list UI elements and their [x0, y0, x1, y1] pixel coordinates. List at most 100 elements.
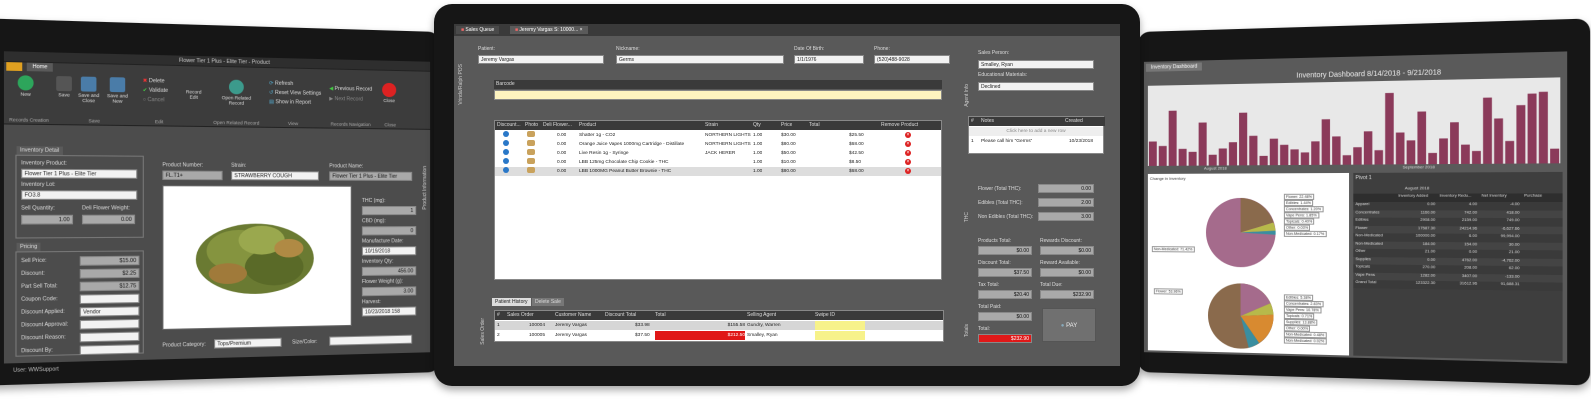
items-header-3[interactable]: Product [579, 121, 596, 130]
remove-product-button[interactable]: × [905, 158, 911, 167]
history-header-3[interactable]: Discount Total [605, 311, 636, 320]
size-color-field[interactable] [329, 334, 413, 346]
remove-product-button[interactable]: × [905, 167, 911, 176]
remove-product-button[interactable]: × [905, 131, 911, 140]
history-row[interactable]: 2 100005 Jeremy Vargas $37.50 $212.50 Smalley… [495, 331, 943, 340]
swipe-id-cell[interactable] [815, 331, 865, 340]
edu-field[interactable]: Declined [978, 82, 1094, 91]
sales-person-field[interactable]: Smalley, Ryan [978, 60, 1094, 69]
notes-row[interactable]: 1 Please call him "Germs" 10/23/2018 [969, 137, 1103, 146]
discount-edit-button[interactable] [503, 140, 509, 149]
patient-field[interactable]: Jeremy Vargas [478, 55, 604, 64]
record-edit-button[interactable]: Record Edit [182, 89, 206, 100]
product-name-field[interactable]: Flower Tier 1 Plus - Elite Tier [329, 171, 413, 181]
history-header-5[interactable]: Selling Agent [747, 311, 776, 320]
file-tab[interactable] [6, 62, 23, 72]
discount-approval-field[interactable] [79, 318, 140, 330]
sell-qty-field[interactable]: 1.00 [21, 214, 74, 225]
cbd-field[interactable]: 0 [361, 226, 417, 236]
flower-weight-field[interactable]: 3.00 [361, 286, 417, 297]
delete-button[interactable]: ✖ Delete [143, 78, 165, 85]
category-field[interactable]: Tops/Premium [214, 337, 282, 349]
prev-record-button[interactable]: ◀ Previous Record [329, 86, 372, 93]
validate-button[interactable]: ✔ Validate [143, 87, 168, 94]
tab-patient-sale[interactable]: ■ Jeremy Vargas S: 10000... × [510, 26, 588, 34]
save-close-button[interactable]: Save and Close [76, 76, 100, 103]
history-header-2[interactable]: Customer Name [555, 311, 591, 320]
history-header-0[interactable]: # [497, 311, 500, 320]
discount-edit-button[interactable] [503, 158, 509, 167]
inventory-qty-field[interactable]: 456.00 [361, 266, 417, 277]
discount-applied-field[interactable]: Vendor [79, 306, 140, 317]
items-header-0[interactable]: Discount... [497, 121, 521, 130]
remove-product-button[interactable]: × [905, 140, 911, 149]
item-row[interactable]: 0.00 LBB 125mg Chocolate Chip Cookie - TH… [495, 158, 941, 167]
home-tab[interactable]: Home [26, 62, 54, 72]
refresh-button[interactable]: ⟳ Refresh [269, 80, 293, 87]
sales-order-side-tab[interactable]: Sales Order [480, 318, 486, 345]
next-record-button[interactable]: ▶ Next Record [329, 96, 363, 103]
thc-side-tab[interactable]: THC [964, 212, 970, 222]
discount-by-field[interactable] [79, 344, 140, 356]
totals-side-tab[interactable]: Totals [964, 324, 970, 337]
pivot-row[interactable]: Grand Total 123322.30 31612.96 91,688.31 [1353, 279, 1563, 291]
delete-sale-tab[interactable]: Delete Sale [532, 298, 564, 306]
item-row[interactable]: 0.00 Live Resin 1g - Syringe JACK HERER 1.0… [495, 149, 941, 158]
tab-close-icon[interactable]: × [580, 27, 583, 33]
dob-field[interactable]: 1/1/1976 [794, 55, 864, 64]
harvest-field[interactable]: 10/23/2018 158 [361, 306, 417, 317]
open-related-button[interactable]: Open Related Record [218, 79, 254, 106]
manufacture-field[interactable]: 10/19/2018 [361, 246, 417, 256]
nickname-field[interactable]: Germs [616, 55, 784, 64]
discount-edit-button[interactable] [503, 131, 509, 140]
barcode-input[interactable] [494, 90, 942, 100]
history-header-1[interactable]: Sales Order [507, 311, 534, 320]
show-report-button[interactable]: ▤ Show in Report [269, 99, 311, 106]
swipe-id-cell[interactable] [815, 321, 865, 330]
item-row[interactable]: 0.00 Shatter 1g - CO2 NORTHERN LIGHTS 1.00 $… [495, 131, 941, 140]
item-row[interactable]: 0.00 Orange Juice Vapes 1000mg Cartridge … [495, 140, 941, 149]
agent-info-side-tab[interactable]: Agent Info [964, 84, 970, 107]
items-header-1[interactable]: Photo [525, 121, 538, 130]
pay-button[interactable]: ● PAY [1042, 308, 1096, 342]
part-total-field[interactable]: $12.75 [79, 280, 140, 292]
pricing-tab[interactable]: Pricing [16, 242, 41, 252]
phone-field[interactable]: (520)488-9028 [874, 55, 950, 64]
discount-field[interactable]: $2.25 [79, 268, 140, 279]
save-button[interactable]: Save [54, 76, 74, 98]
discount-edit-button[interactable] [503, 167, 509, 176]
inventory-lot-field[interactable]: FO3.8 [21, 190, 138, 200]
items-header-5[interactable]: Qty [753, 121, 761, 130]
patient-history-tab[interactable]: Patient History [492, 298, 531, 306]
new-button[interactable]: New [13, 75, 38, 97]
inventory-detail-tab[interactable]: Inventory Detail [16, 146, 63, 156]
inventory-dashboard-tab[interactable]: Inventory Dashboard [1145, 62, 1203, 72]
history-header-4[interactable]: Total [655, 311, 666, 320]
inventory-product-field[interactable]: Flower Tier 1 Plus - Elite Tier [21, 168, 138, 179]
remove-product-button[interactable]: × [905, 149, 911, 158]
pos-side-tab[interactable]: Vrinda/Ralph POS [458, 64, 464, 105]
history-header-6[interactable]: Swipe ID [815, 311, 835, 320]
history-row[interactable]: 1 100004 Jeremy Vargas $33.98 $155.58 Gundry,… [495, 321, 943, 330]
product-number-field[interactable]: FL.T1+ [162, 170, 223, 181]
coupon-field[interactable] [79, 293, 140, 305]
sell-price-field[interactable]: $15.00 [79, 255, 140, 266]
items-header-6[interactable]: Price [781, 121, 792, 130]
items-header-4[interactable]: Strain [705, 121, 718, 130]
reset-view-button[interactable]: ↺ Reset View Settings [269, 90, 321, 97]
item-row[interactable]: 0.00 LBB 1000MG Peanut Butter Brownie - T… [495, 167, 941, 176]
deli-weight-field[interactable]: 0.00 [81, 214, 136, 225]
close-button[interactable]: Close [380, 82, 398, 104]
product-info-side-tab[interactable]: Product Information [422, 166, 428, 210]
thc-field[interactable]: 1 [361, 206, 417, 216]
items-header-8[interactable]: Remove Product [881, 121, 918, 130]
strain-field[interactable]: STRAWBERRY COUGH [231, 170, 319, 181]
items-header-2[interactable]: Deli Flower... [543, 121, 572, 130]
discount-edit-button[interactable] [503, 149, 509, 158]
items-header-7[interactable]: Total [809, 121, 820, 130]
notes-add-row[interactable]: Click here to add a new row [969, 127, 1103, 136]
tab-sales-queue[interactable]: ■ Sales Queue [456, 26, 500, 34]
cancel-button[interactable]: ○ Cancel [143, 97, 165, 104]
save-new-button[interactable]: Save and New [105, 77, 129, 104]
discount-reason-field[interactable] [79, 331, 140, 343]
